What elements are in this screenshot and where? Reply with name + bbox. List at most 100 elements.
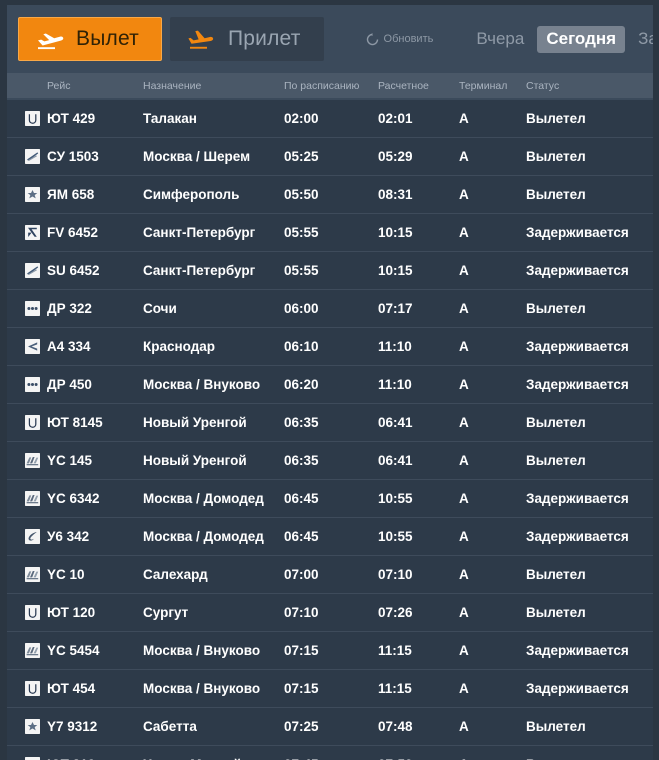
table-row[interactable]: A4 334 Краснодар 06:10 11:10 A Задерживается [7, 328, 653, 366]
table-row[interactable]: YC 6342 Москва / Домодед 06:45 10:55 A Задерж… [7, 480, 653, 518]
flight-status-badge: Вылетел [526, 567, 586, 582]
flight-terminal: A [459, 491, 469, 506]
flight-terminal: A [459, 681, 469, 696]
flight-number: ЮТ 454 [47, 681, 96, 696]
flight-status-badge: Вылетел [526, 605, 586, 620]
flight-number: ЯМ 658 [47, 187, 95, 202]
flight-scheduled-time: 06:35 [284, 415, 319, 430]
day-tab-tomorrow[interactable]: Завтра [629, 26, 653, 53]
utair-logo-icon [25, 111, 40, 126]
yamal-logo-icon [25, 187, 40, 202]
column-header-flight: Рейс [47, 80, 71, 92]
flight-status-badge: Вылетел [526, 453, 586, 468]
flight-number: У6 342 [47, 529, 90, 544]
flight-scheduled-time: 07:10 [284, 605, 319, 620]
table-row[interactable]: YC 5454 Москва / Внуково 07:15 11:15 A Задерж… [7, 632, 653, 670]
flight-scheduled-time: 06:00 [284, 301, 319, 316]
refresh-button[interactable]: Обновить [366, 32, 433, 46]
day-tab-yesterday[interactable]: Вчера [467, 26, 533, 53]
flight-destination: Сургут [143, 605, 189, 620]
flight-destination: Санкт-Петербург [143, 263, 256, 278]
flight-estimated-time: 10:15 [378, 225, 413, 240]
flight-status-badge: Вылетел [526, 187, 586, 202]
column-header-scheduled: По расписанию [284, 80, 360, 92]
flight-scheduled-time: 07:15 [284, 681, 319, 696]
column-header-terminal: Терминал [459, 80, 508, 92]
flight-scheduled-time: 07:00 [284, 567, 319, 582]
tab-arrival[interactable]: Прилет [169, 17, 324, 61]
flight-board: Вылет Прилет Обновить Вчера Сегодня За Р… [0, 0, 659, 760]
flight-terminal: A [459, 149, 469, 164]
table-row[interactable]: ЮТ 454 Москва / Внуково 07:15 11:15 A Задержи… [7, 670, 653, 708]
table-row[interactable]: SU 6452 Санкт-Петербург 05:55 10:15 A Задержи… [7, 252, 653, 290]
table-row[interactable]: ДР 322 Сочи 06:00 07:17 A Вылетел [7, 290, 653, 328]
flight-status-badge: Задерживается [526, 263, 629, 278]
table-row[interactable]: YC 145 Новый Уренгой 06:35 06:41 A Вылетел [7, 442, 653, 480]
flight-status-badge: Вылетел [526, 719, 586, 734]
flight-estimated-time: 10:55 [378, 491, 413, 506]
flight-estimated-time: 11:10 [378, 377, 412, 392]
flight-terminal: A [459, 301, 469, 316]
ikar-logo-icon [25, 643, 40, 658]
ikar-logo-icon [25, 453, 40, 468]
refresh-circle-icon [366, 32, 379, 46]
flight-status-badge: Задерживается [526, 643, 629, 658]
tab-arrival-label: Прилет [227, 27, 301, 50]
flight-estimated-time: 11:10 [378, 339, 412, 354]
flight-terminal: A [459, 263, 469, 278]
flight-destination: Москва / Домодед [143, 529, 264, 544]
day-selector: Вчера Сегодня Завтра [467, 25, 653, 53]
flight-destination: Сабетта [143, 719, 197, 734]
flight-status-badge: Вылетел [526, 415, 586, 430]
flight-destination: Талакан [143, 111, 197, 126]
flight-number: ЮТ 8145 [47, 415, 103, 430]
table-row[interactable]: YC 10 Салехард 07:00 07:10 A Вылетел [7, 556, 653, 594]
flight-terminal: A [459, 453, 469, 468]
flight-number: Y7 9312 [47, 719, 98, 734]
flight-terminal: A [459, 415, 469, 430]
ural-logo-icon [25, 529, 40, 544]
flight-rows: ЮТ 429 Талакан 02:00 02:01 A Вылетел СУ 1503 Мо… [7, 100, 653, 760]
table-row[interactable]: ЮТ 8145 Новый Уренгой 06:35 06:41 A Вылетел [7, 404, 653, 442]
flight-estimated-time: 07:17 [378, 301, 413, 316]
tab-departure[interactable]: Вылет [18, 17, 162, 61]
flight-terminal: A [459, 605, 469, 620]
flight-scheduled-time: 05:55 [284, 225, 319, 240]
table-row[interactable]: ЮТ 429 Талакан 02:00 02:01 A Вылетел [7, 100, 653, 138]
table-row[interactable]: СУ 1503 Москва / Шерем 05:25 05:29 A Вылетел [7, 138, 653, 176]
flight-scheduled-time: 06:10 [284, 339, 319, 354]
flight-status-badge: Задерживается [526, 377, 629, 392]
nordstar-logo-icon [25, 377, 40, 392]
flight-estimated-time: 06:41 [378, 415, 413, 430]
flight-scheduled-time: 06:35 [284, 453, 319, 468]
yamal-logo-icon [25, 719, 40, 734]
flight-scheduled-time: 06:20 [284, 377, 319, 392]
table-row[interactable]: ЮТ 319Ханты-Мансийск07:4507:50AВылетел [7, 746, 653, 760]
flight-destination: Симферополь [143, 187, 240, 202]
table-row[interactable]: ЮТ 120 Сургут 07:10 07:26 A Вылетел [7, 594, 653, 632]
rossiya-logo-icon [25, 225, 40, 240]
flight-destination: Сочи [143, 301, 177, 316]
utair-logo-icon [25, 681, 40, 696]
table-row[interactable]: У6 342 Москва / Домодед 06:45 10:55 A Задержи… [7, 518, 653, 556]
aeroflot-logo-icon [25, 263, 40, 278]
day-tab-today[interactable]: Сегодня [537, 25, 626, 53]
table-row[interactable]: FV 6452 Санкт-Петербург 05:55 10:15 A Задержи… [7, 214, 653, 252]
flight-estimated-time: 02:01 [378, 111, 413, 126]
flight-status-badge: Задерживается [526, 681, 629, 696]
column-header-destination: Назначение [143, 80, 202, 92]
flight-estimated-time: 10:55 [378, 529, 413, 544]
flight-number: SU 6452 [47, 263, 100, 278]
flight-terminal: A [459, 111, 469, 126]
table-row[interactable]: ДР 450 Москва / Внуково 06:20 11:10 A Задержи… [7, 366, 653, 404]
plane-arrival-icon [187, 27, 217, 51]
board-toolbar: Вылет Прилет Обновить Вчера Сегодня За [7, 5, 653, 73]
flight-terminal: A [459, 529, 469, 544]
table-row[interactable]: Y7 9312 Сабетта 07:25 07:48 A Вылетел [7, 708, 653, 746]
flight-destination: Краснодар [143, 339, 216, 354]
flight-number: ДР 322 [47, 301, 92, 316]
flight-number: ДР 450 [47, 377, 92, 392]
flight-status-badge: Вылетел [526, 111, 586, 126]
utair-logo-icon [25, 415, 40, 430]
table-row[interactable]: ЯМ 658 Симферополь 05:50 08:31 A Вылетел [7, 176, 653, 214]
